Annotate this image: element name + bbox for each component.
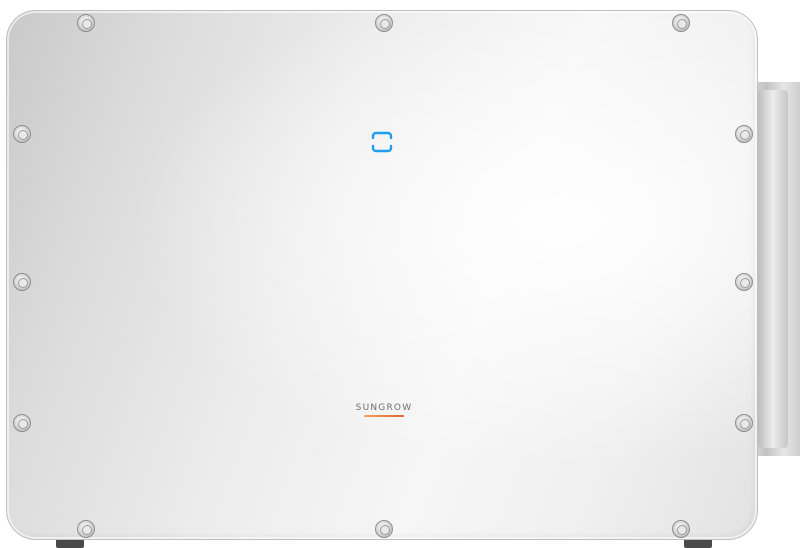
brand-name: SUNGROW xyxy=(355,403,413,413)
brand-accent-line xyxy=(364,415,404,417)
screw-icon xyxy=(375,14,393,32)
screw-icon xyxy=(735,414,753,432)
screw-icon xyxy=(13,125,31,143)
screw-icon xyxy=(77,520,95,538)
brand-logo: SUNGROW xyxy=(330,402,438,417)
screw-icon xyxy=(13,273,31,291)
screw-icon xyxy=(672,14,690,32)
screw-icon xyxy=(375,520,393,538)
screw-icon xyxy=(672,520,690,538)
inverter-front-panel xyxy=(6,10,758,540)
screw-icon xyxy=(13,414,31,432)
screw-icon xyxy=(735,273,753,291)
screw-icon xyxy=(735,125,753,143)
screw-icon xyxy=(77,14,95,32)
rounded-square-led-icon xyxy=(371,131,393,153)
product-image: SUNGROW xyxy=(0,0,800,548)
